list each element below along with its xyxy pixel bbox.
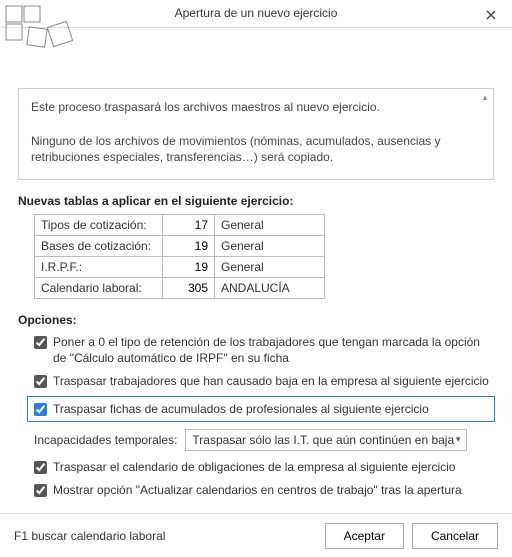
dialog-content: Este proceso traspasará los archivos mae… [0,28,512,513]
checkbox-transfer-baja[interactable] [34,375,47,388]
dialog-window: Apertura de un nuevo ejercicio Este proc… [0,0,512,557]
field-code-input[interactable] [169,239,208,253]
scroll-up-icon[interactable]: ▴ [479,91,491,103]
checkbox-show-update[interactable] [34,484,47,497]
checkbox-transfer-calendar[interactable] [34,461,47,474]
cancel-button[interactable]: Cancelar [412,523,498,549]
option-transfer-baja: Traspasar trabajadores que han causado b… [34,373,494,389]
checkbox-label: Mostrar opción "Actualizar calendarios e… [53,482,462,498]
field-label: Bases de cotización: [35,235,163,256]
field-code-input[interactable] [169,260,208,274]
option-transfer-calendar: Traspasar el calendario de obligaciones … [34,459,494,475]
field-code-input[interactable] [169,218,208,232]
options-section-title: Opciones: [18,313,494,327]
info-line-2: Ninguno de los archivos de movimientos (… [31,133,481,167]
info-box: Este proceso traspasará los archivos mae… [18,88,494,180]
field-label: I.R.P.F.: [35,256,163,277]
checkbox-transfer-acumulados[interactable] [34,403,47,416]
close-icon [486,10,496,20]
select-value: Traspasar sólo las I.T. que aún continúe… [192,433,454,447]
tables-grid: Tipos de cotización: General Bases de co… [34,214,325,299]
checkbox-label: Traspasar fichas de acumulados de profes… [53,401,429,417]
close-button[interactable] [476,2,506,28]
checkbox-reset-irpf[interactable] [34,336,47,349]
table-row: Calendario laboral: ANDALUCÍA [35,277,325,298]
info-line-1: Este proceso traspasará los archivos mae… [31,99,481,116]
field-code-input[interactable] [169,281,208,295]
checkbox-label: Poner a 0 el tipo de retención de los tr… [53,334,494,366]
field-label: Tipos de cotización: [35,214,163,235]
table-row: Bases de cotización: General [35,235,325,256]
options-group: Poner a 0 el tipo de retención de los tr… [34,334,494,498]
field-desc: General [215,214,325,235]
option-transfer-acumulados: Traspasar fichas de acumulados de profes… [28,397,494,421]
field-label: Calendario laboral: [35,277,163,298]
field-desc: General [215,235,325,256]
table-row: Tipos de cotización: General [35,214,325,235]
field-desc: ANDALUCÍA [215,277,325,298]
select-label: Incapacidades temporales: [34,433,177,447]
chevron-down-icon: ▾ [456,434,461,445]
option-show-update: Mostrar opción "Actualizar calendarios e… [34,482,494,498]
checkbox-label: Traspasar el calendario de obligaciones … [53,459,455,475]
option-incapacidades: Incapacidades temporales: Traspasar sólo… [34,429,494,451]
accept-button[interactable]: Aceptar [325,523,404,549]
incapacidades-select[interactable]: Traspasar sólo las I.T. que aún continúe… [185,429,467,451]
status-text: F1 buscar calendario laboral [14,529,317,543]
checkbox-label: Traspasar trabajadores que han causado b… [53,373,489,389]
tables-section-title: Nuevas tablas a aplicar en el siguiente … [18,194,494,208]
option-reset-irpf: Poner a 0 el tipo de retención de los tr… [34,334,494,366]
window-title: Apertura de un nuevo ejercicio [175,6,338,20]
field-desc: General [215,256,325,277]
dialog-footer: F1 buscar calendario laboral Aceptar Can… [0,513,512,557]
logo-spacer [18,46,494,88]
table-row: I.R.P.F.: General [35,256,325,277]
titlebar: Apertura de un nuevo ejercicio [0,0,512,28]
